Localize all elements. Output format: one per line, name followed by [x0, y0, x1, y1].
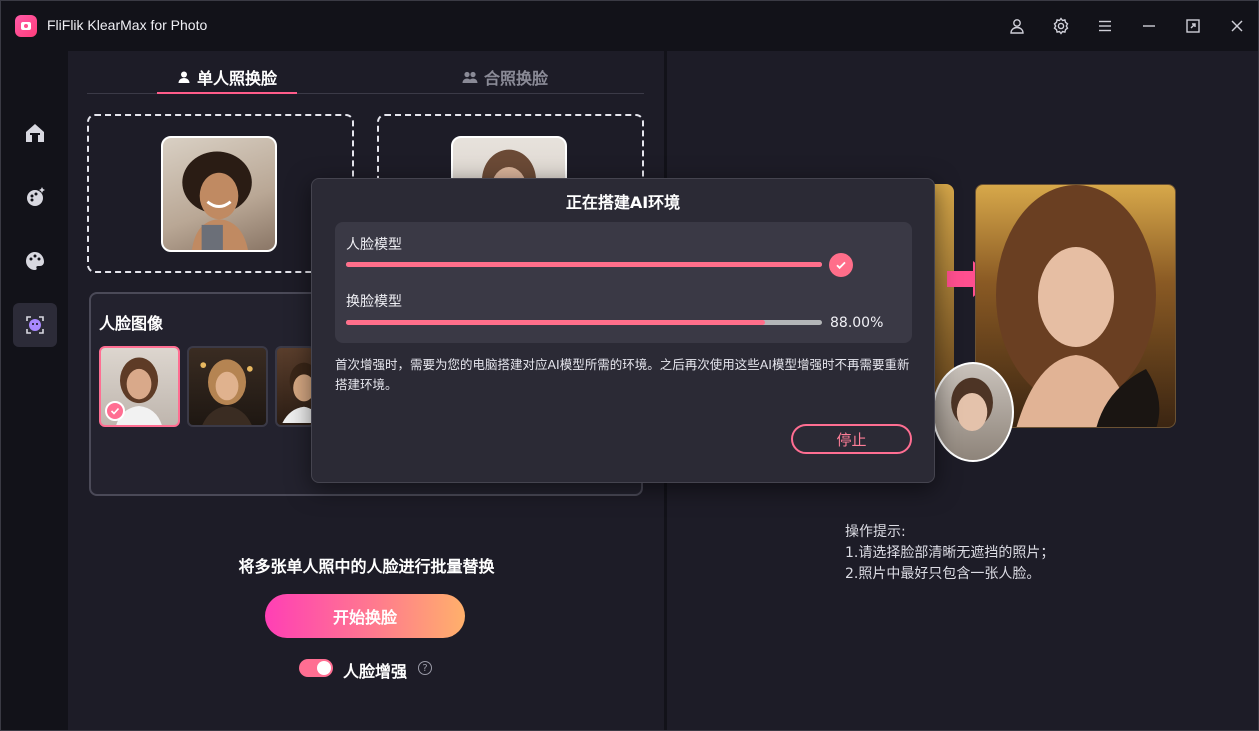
tab-group-label: 合照换脸: [484, 69, 549, 88]
face-thumbnail-1[interactable]: [99, 346, 180, 427]
toggle-knob: [317, 661, 331, 675]
woman-curly-hair-photo: [182, 151, 252, 250]
preview-face-circle: [932, 362, 1014, 462]
face-enhance-toggle[interactable]: [299, 659, 333, 677]
tab-single-photo[interactable]: 单人照换脸: [177, 61, 277, 93]
minimize-icon[interactable]: [1138, 15, 1160, 37]
gear-icon[interactable]: [1050, 15, 1072, 37]
face-thumbnail-3[interactable]: [275, 346, 315, 427]
palette-sparkle-icon: [27, 187, 45, 206]
start-face-swap-button[interactable]: 开始换脸: [265, 594, 465, 638]
tab-single-label: 单人照换脸: [197, 69, 278, 88]
swap-model-label: 换脸模型: [346, 294, 402, 310]
app-title: FliFlik KlearMax for Photo: [47, 17, 208, 33]
dialog-title: 正在搭建AI环境: [565, 193, 681, 212]
face-model-progress-track: [346, 262, 822, 267]
sidebar: [1, 51, 68, 730]
swap-model-percent: 88.00%: [830, 315, 884, 331]
single-person-icon: [178, 71, 190, 83]
source-photo-thumbnail[interactable]: [161, 136, 277, 252]
face-model-label: 人脸模型: [346, 237, 402, 253]
progress-card: 人脸模型 换脸模型 88.00%: [335, 222, 912, 343]
sidebar-item-colorize[interactable]: [13, 239, 57, 283]
swap-model-progress-track: [346, 320, 822, 325]
sidebar-item-enhance[interactable]: [13, 175, 57, 219]
title-bar: FliFlik KlearMax for Photo: [1, 1, 1258, 51]
woman-face-circle-photo: [951, 377, 993, 432]
man-face-photo: [282, 362, 313, 423]
sidebar-item-home[interactable]: [13, 111, 57, 155]
menu-icon[interactable]: [1094, 15, 1116, 37]
ai-environment-dialog: 正在搭建AI环境 人脸模型 换脸模型 88.00% 首次增强时，需要为您的电脑搭…: [311, 178, 935, 483]
check-icon: [829, 253, 853, 277]
face-enhance-label: 人脸增强: [343, 662, 408, 681]
app-window: FliFlik KlearMax for Photo 单人照换脸 合照换脸 人脸…: [0, 0, 1259, 731]
sidebar-item-face-swap[interactable]: [13, 303, 57, 347]
help-icon[interactable]: ?: [418, 661, 432, 675]
face-model-progress-fill: [346, 262, 822, 267]
face-thumbnail-2[interactable]: [187, 346, 268, 427]
selected-check-icon: [105, 401, 125, 421]
tab-active-indicator: [157, 92, 297, 94]
palette-icon: [25, 252, 44, 270]
face-swap-icon: [26, 316, 44, 334]
maximize-icon[interactable]: [1182, 15, 1204, 37]
user-icon[interactable]: [1006, 15, 1028, 37]
group-people-icon: [462, 71, 478, 83]
home-icon: [26, 124, 44, 142]
operation-tips: 操作提示: 1.请选择脸部清晰无遮挡的照片； 2.照片中最好只包含一张人脸。: [845, 524, 1055, 582]
dialog-description: 首次增强时，需要为您的电脑搭建对应AI模型所需的环境。之后再次使用这些AI模型增…: [335, 357, 910, 392]
swap-model-progress-fill: [346, 320, 765, 325]
close-icon[interactable]: [1226, 15, 1248, 37]
face-group-title: 人脸图像: [99, 314, 164, 333]
app-logo-icon: [15, 15, 37, 37]
tab-group-photo[interactable]: 合照换脸: [462, 61, 548, 93]
batch-description: 将多张单人照中的人脸进行批量替换: [238, 557, 495, 576]
stop-button[interactable]: 停止: [791, 424, 912, 454]
woman-smiling-photo: [200, 359, 253, 425]
